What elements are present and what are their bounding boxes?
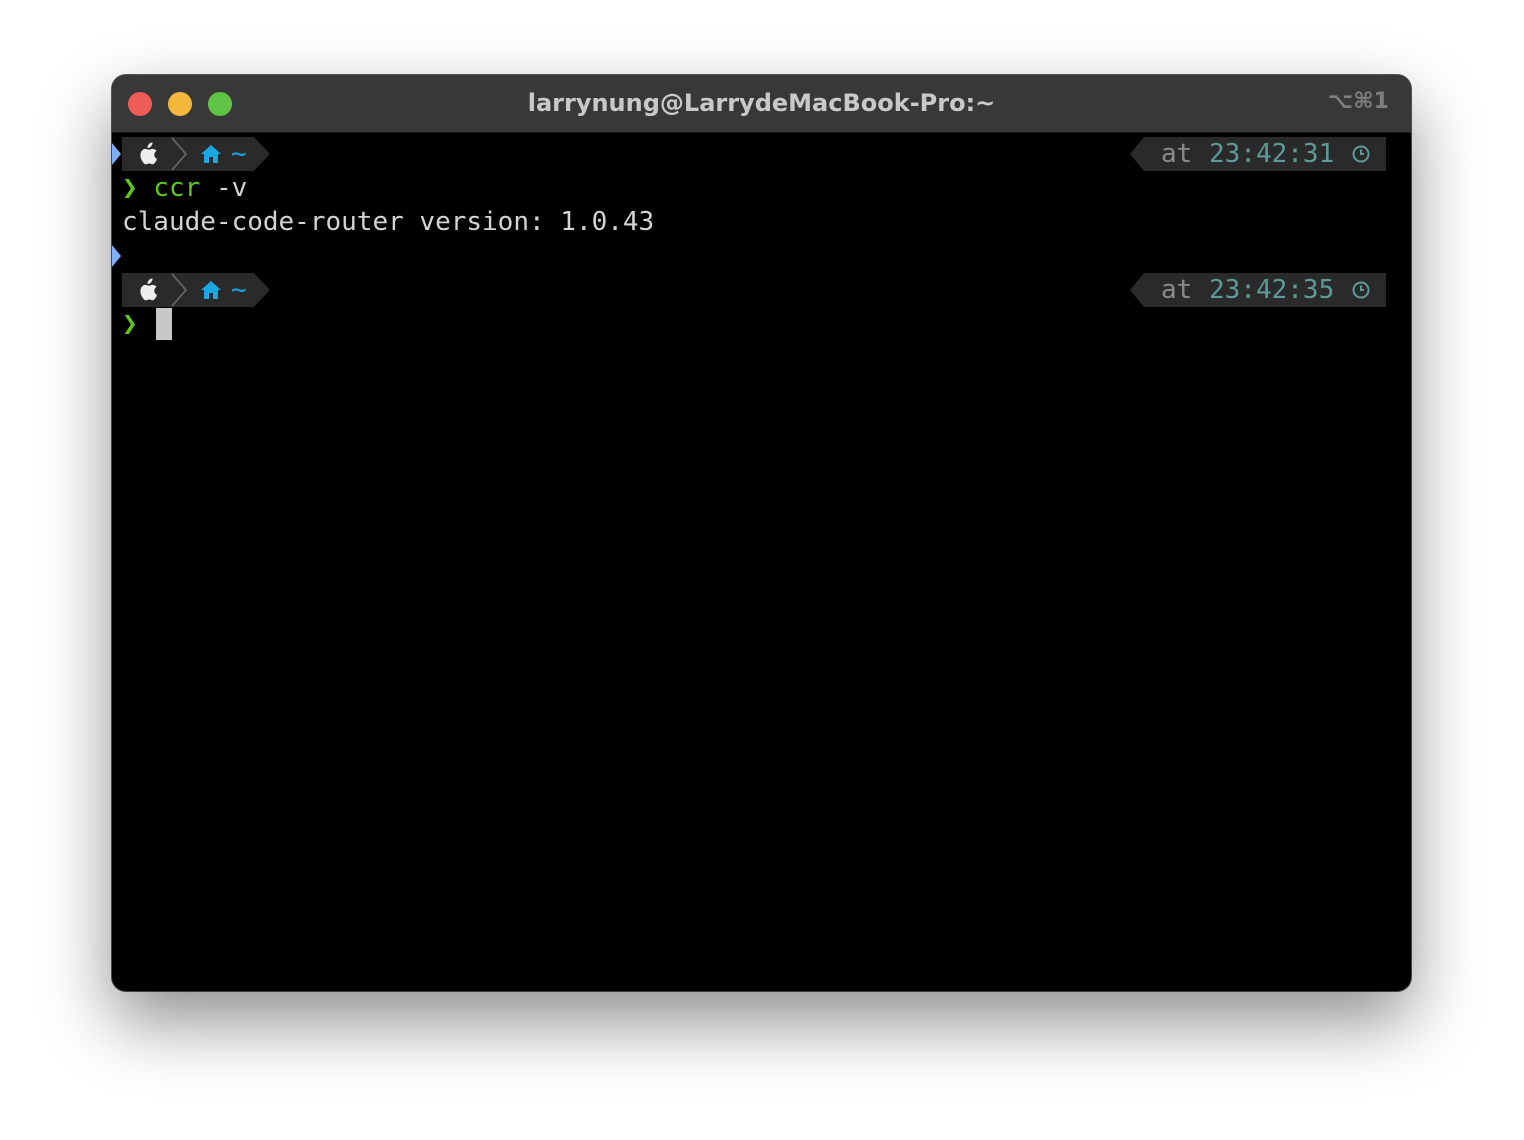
command-argument: -v: [215, 173, 248, 203]
prompt-left-segment: ~: [122, 137, 270, 171]
apple-icon: [140, 278, 157, 301]
prompt-right-segment: at 23:42:31: [1130, 137, 1386, 171]
time-prefix: at: [1161, 139, 1193, 169]
prompt-symbol: ❯: [122, 309, 138, 339]
home-icon: [201, 145, 221, 163]
terminal-window: larrynung@LarrydeMacBook-Pro:~ ⌥⌘1 ~ at …: [112, 75, 1411, 991]
current-directory: ~: [231, 139, 247, 169]
prompt-edge-marker-icon: [112, 245, 121, 267]
terminal-content[interactable]: ~ at 23:42:31 ❯ ccr -v claude-code-route…: [112, 133, 1411, 991]
command-output: claude-code-router version: 1.0.43: [122, 207, 655, 237]
window-shortcut: ⌥⌘1: [1327, 89, 1389, 114]
prompt-time: 23:42:35: [1209, 275, 1335, 305]
text-cursor: [156, 307, 173, 340]
command-line: ❯ ccr -v: [122, 171, 1411, 205]
apple-icon: [140, 142, 157, 165]
prompt-right-segment: at 23:42:35: [1130, 273, 1386, 307]
prompt-status-line: ~ at 23:42:31: [112, 137, 1411, 171]
title-bar[interactable]: larrynung@LarrydeMacBook-Pro:~ ⌥⌘1: [112, 75, 1411, 133]
window-title: larrynung@LarrydeMacBook-Pro:~: [527, 89, 996, 117]
prompt-status-line: ~ at 23:42:35: [112, 273, 1411, 307]
current-directory: ~: [231, 275, 247, 305]
chevron-right-icon: [171, 137, 188, 171]
prompt-edge-marker-icon: [112, 143, 121, 165]
prompt-gap-line: [112, 239, 1411, 273]
chevron-right-icon: [171, 273, 188, 307]
prompt-left-segment: ~: [122, 273, 270, 307]
time-prefix: at: [1161, 275, 1193, 305]
clock-icon: [1352, 145, 1370, 163]
command-name: ccr: [153, 173, 201, 203]
clock-icon: [1352, 281, 1370, 299]
active-input-line[interactable]: ❯: [122, 307, 1411, 341]
prompt-symbol: ❯: [122, 173, 138, 203]
prompt-time: 23:42:31: [1209, 139, 1335, 169]
home-icon: [201, 281, 221, 299]
